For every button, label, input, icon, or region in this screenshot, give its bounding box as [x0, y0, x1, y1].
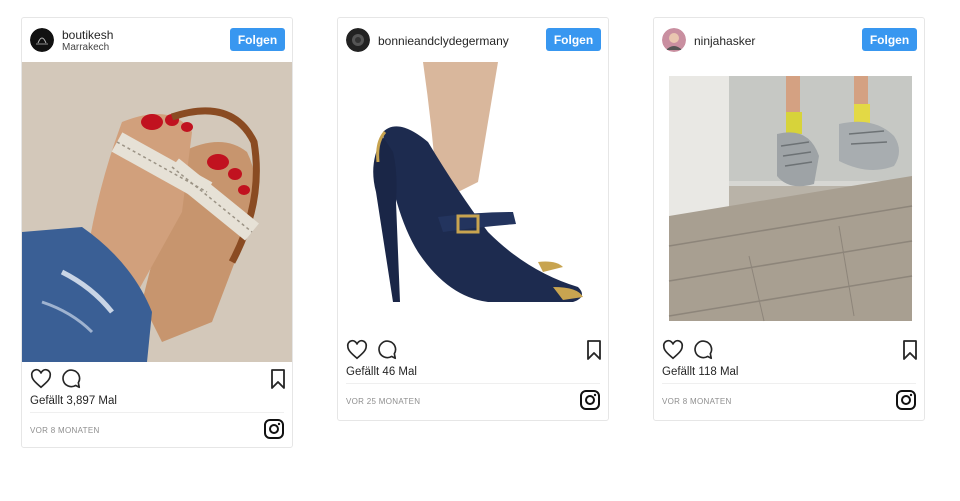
heart-icon[interactable] — [662, 339, 684, 361]
post-actions — [22, 362, 292, 392]
post-card-ninjahasker: ninjahasker Folgen Gefällt 118 Mal VOR 8… — [653, 17, 925, 421]
post-image[interactable] — [22, 62, 292, 362]
post-time[interactable]: VOR 8 MONATEN — [662, 397, 732, 406]
location[interactable]: Marrakech — [62, 42, 109, 53]
post-header: ninjahasker Folgen — [654, 18, 924, 62]
post-card-bonnieandclydegermany: bonnieandclydegermany Folgen Gefällt 46 … — [337, 17, 609, 421]
comment-icon[interactable] — [376, 339, 398, 361]
instagram-icon[interactable] — [896, 390, 916, 410]
follow-button[interactable]: Folgen — [862, 28, 917, 51]
post-footer: VOR 25 MONATEN — [346, 383, 600, 416]
like-count[interactable]: Gefällt 118 Mal — [654, 363, 924, 383]
post-image[interactable] — [654, 62, 924, 333]
username[interactable]: boutikesh — [62, 28, 113, 42]
post-footer: VOR 8 MONATEN — [662, 383, 916, 416]
like-count[interactable]: Gefällt 46 Mal — [338, 363, 608, 383]
post-image[interactable] — [338, 62, 608, 333]
instagram-icon[interactable] — [580, 390, 600, 410]
avatar[interactable] — [30, 28, 54, 52]
post-footer: VOR 8 MONATEN — [30, 412, 284, 445]
post-actions — [338, 333, 608, 363]
bookmark-icon[interactable] — [268, 368, 290, 390]
follow-button[interactable]: Folgen — [230, 28, 285, 51]
follow-button[interactable]: Folgen — [546, 28, 601, 51]
username[interactable]: ninjahasker — [694, 34, 755, 48]
heart-icon[interactable] — [346, 339, 368, 361]
comment-icon[interactable] — [60, 368, 82, 390]
instagram-icon[interactable] — [264, 419, 284, 439]
post-header: bonnieandclydegermany Folgen — [338, 18, 608, 62]
post-actions — [654, 333, 924, 363]
post-time[interactable]: VOR 25 MONATEN — [346, 397, 420, 406]
post-header: boutikesh Marrakech Folgen — [22, 18, 292, 62]
comment-icon[interactable] — [692, 339, 714, 361]
post-card-boutikesh: boutikesh Marrakech Folgen Gefällt 3,897… — [21, 17, 293, 448]
bookmark-icon[interactable] — [900, 339, 922, 361]
heart-icon[interactable] — [30, 368, 52, 390]
avatar[interactable] — [662, 28, 686, 52]
post-time[interactable]: VOR 8 MONATEN — [30, 426, 100, 435]
username[interactable]: bonnieandclydegermany — [378, 34, 509, 48]
avatar[interactable] — [346, 28, 370, 52]
bookmark-icon[interactable] — [584, 339, 606, 361]
like-count[interactable]: Gefällt 3,897 Mal — [22, 392, 292, 412]
